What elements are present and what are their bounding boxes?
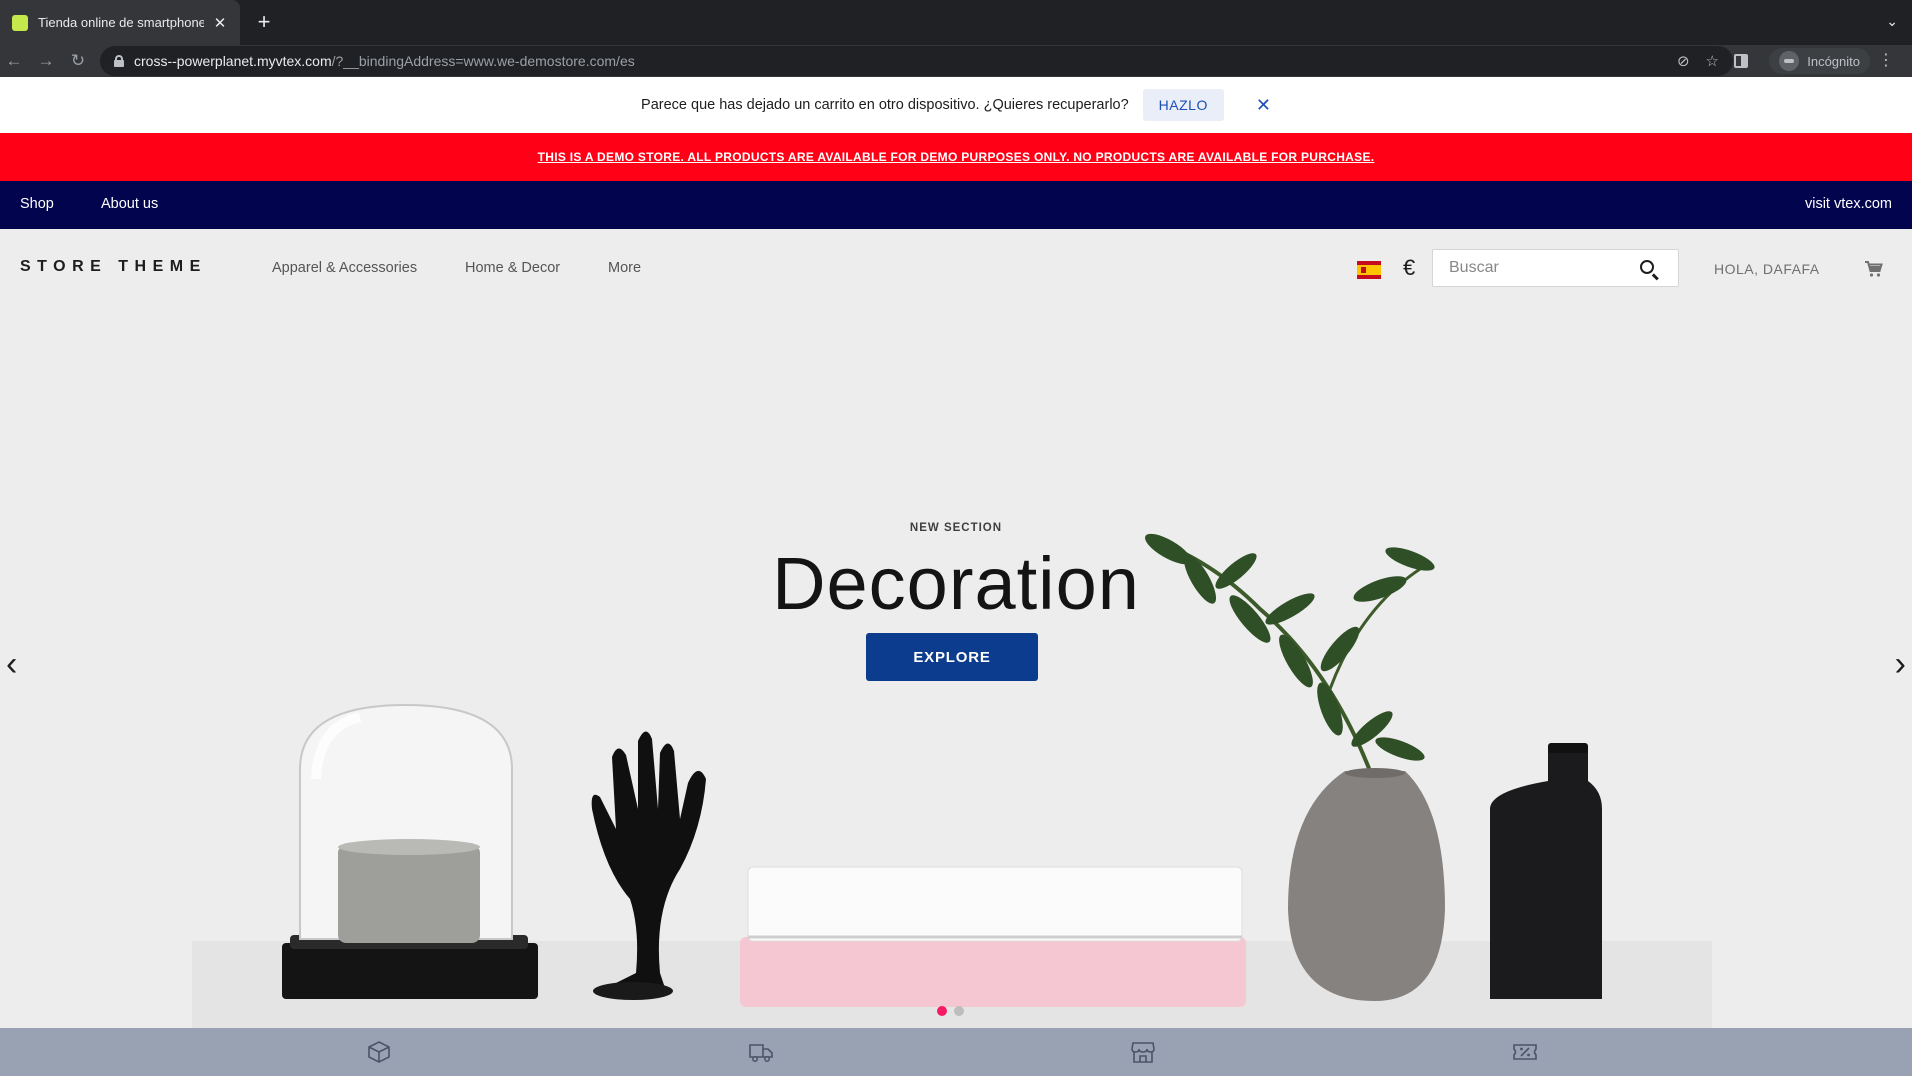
search-box <box>1432 249 1679 287</box>
store-header: STORE THEME Apparel & Accessories Home &… <box>0 229 1912 309</box>
browser-tab[interactable]: Tienda online de smartphones, ✕ <box>0 0 240 45</box>
carousel-dot-active[interactable] <box>937 1006 947 1016</box>
hero-eyebrow: NEW SECTION <box>909 522 1003 534</box>
close-notice-icon[interactable]: ✕ <box>1256 95 1271 116</box>
demo-store-link[interactable]: THIS IS A DEMO STORE. ALL PRODUCTS ARE A… <box>538 150 1375 164</box>
menu-item-home-decor[interactable]: Home & Decor <box>465 260 560 276</box>
carousel-next-icon[interactable]: › <box>1895 645 1906 684</box>
cart-recovery-message: Parece que has dejado un carrito en otro… <box>641 97 1129 113</box>
bookmark-star-icon[interactable]: ☆ <box>1706 52 1719 70</box>
menu-item-more[interactable]: More <box>608 260 641 276</box>
user-greeting[interactable]: HOLA, DAFAFA <box>1714 261 1820 277</box>
browser-toolbar: ← → ↻ cross--powerplanet.myvtex.com/?__b… <box>0 45 1912 77</box>
incognito-badge[interactable]: Incógnito <box>1769 48 1870 74</box>
carousel-dot[interactable] <box>954 1006 964 1016</box>
url-host: cross--powerplanet.myvtex.com <box>134 53 332 69</box>
reload-icon[interactable]: ↻ <box>66 49 90 73</box>
incognito-label: Incógnito <box>1807 53 1860 69</box>
search-icon[interactable] <box>1640 260 1654 274</box>
recover-cart-button[interactable]: HAZLO <box>1142 89 1224 121</box>
nav-link-visit-vtex[interactable]: visit vtex.com <box>1805 196 1892 212</box>
tracking-blocked-eye-icon[interactable]: ⊘ <box>1677 52 1690 70</box>
lock-icon <box>114 55 124 67</box>
url-path: /?__bindingAddress=www.we-demostore.com/… <box>331 53 635 69</box>
explore-button[interactable]: EXPLORE <box>866 633 1038 681</box>
carousel-dots <box>937 1006 964 1016</box>
nav-link-shop[interactable]: Shop <box>20 196 54 212</box>
cart-icon[interactable] <box>1864 259 1884 279</box>
tab-close-icon[interactable]: ✕ <box>212 14 228 32</box>
discount-ticket-icon <box>1513 1044 1537 1060</box>
browser-menu-icon[interactable]: ⋮ <box>1878 50 1894 70</box>
demo-store-banner: THIS IS A DEMO STORE. ALL PRODUCTS ARE A… <box>0 133 1912 181</box>
tab-title: Tienda online de smartphones, <box>38 15 204 30</box>
forward-icon[interactable]: → <box>34 49 58 73</box>
nav-link-about[interactable]: About us <box>101 196 158 212</box>
store-logo[interactable]: STORE THEME <box>20 258 207 276</box>
cart-recovery-notice: Parece que has dejado un carrito en otro… <box>0 77 1912 133</box>
carousel-prev-icon[interactable]: ‹ <box>6 645 17 684</box>
currency-selector[interactable]: € <box>1403 255 1415 281</box>
web-page: Parece que has dejado un carrito en otro… <box>0 77 1912 1076</box>
side-panel-icon[interactable] <box>1734 54 1748 68</box>
package-icon <box>368 1041 390 1063</box>
hero-headline: Decoration <box>772 542 1140 625</box>
benefits-strip <box>0 1028 1912 1076</box>
tab-search-chevron-icon[interactable]: ⌄ <box>1886 13 1898 30</box>
top-navigation: Shop About us visit vtex.com <box>0 181 1912 229</box>
search-input[interactable] <box>1449 258 1639 278</box>
menu-item-apparel[interactable]: Apparel & Accessories <box>272 260 417 276</box>
hero-carousel: NEW SECTION Decoration EXPLORE ‹ › <box>0 309 1912 1028</box>
browser-tabstrip: Tienda online de smartphones, ✕ + ⌄ <box>0 0 1912 45</box>
delivery-truck-icon <box>749 1044 773 1062</box>
back-icon[interactable]: ← <box>2 49 26 73</box>
incognito-icon <box>1779 51 1800 71</box>
new-tab-icon[interactable]: + <box>252 10 276 34</box>
favicon-icon <box>12 14 28 31</box>
store-icon <box>1131 1042 1155 1063</box>
spain-flag-icon[interactable] <box>1357 261 1381 279</box>
address-bar[interactable]: cross--powerplanet.myvtex.com/?__binding… <box>100 46 1733 76</box>
